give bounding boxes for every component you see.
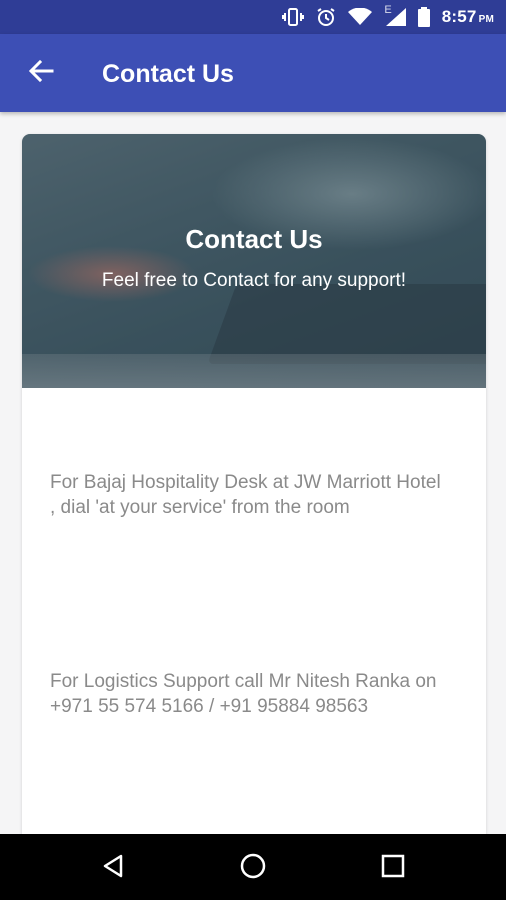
nav-home-button[interactable]	[236, 851, 270, 885]
back-button[interactable]	[24, 56, 58, 90]
nav-back-button[interactable]	[96, 851, 130, 885]
hero-banner: Contact Us Feel free to Contact for any …	[22, 134, 486, 388]
nav-recents-button[interactable]	[376, 851, 410, 885]
navigation-bar	[0, 834, 506, 900]
network-type-label: E	[384, 4, 392, 16]
home-circle-icon	[239, 852, 267, 885]
hero-title: Contact Us	[185, 224, 323, 254]
recents-square-icon	[381, 854, 405, 883]
hero-overlay	[22, 134, 486, 388]
contact-card: Contact Us Feel free to Contact for any …	[22, 134, 486, 854]
logistics-support-info[interactable]: For Logistics Support call Mr Nitesh Ran…	[50, 669, 450, 719]
hospitality-desk-info: For Bajaj Hospitality Desk at JW Marriot…	[50, 472, 441, 518]
app-bar: Contact Us	[0, 34, 506, 112]
hero-subtitle: Feel free to Contact for any support!	[101, 270, 407, 291]
wifi-icon	[348, 8, 373, 26]
battery-icon	[417, 7, 430, 27]
status-time: 8:57 PM	[441, 7, 494, 26]
back-triangle-icon	[101, 853, 125, 884]
vibrate-icon	[282, 7, 305, 27]
arrow-left-icon	[28, 58, 54, 89]
status-bar: E 8:57 PM	[0, 0, 506, 34]
alarm-icon	[316, 7, 336, 27]
status-icons: E 8:57 PM	[282, 0, 494, 34]
page-title: Contact Us	[102, 60, 234, 88]
